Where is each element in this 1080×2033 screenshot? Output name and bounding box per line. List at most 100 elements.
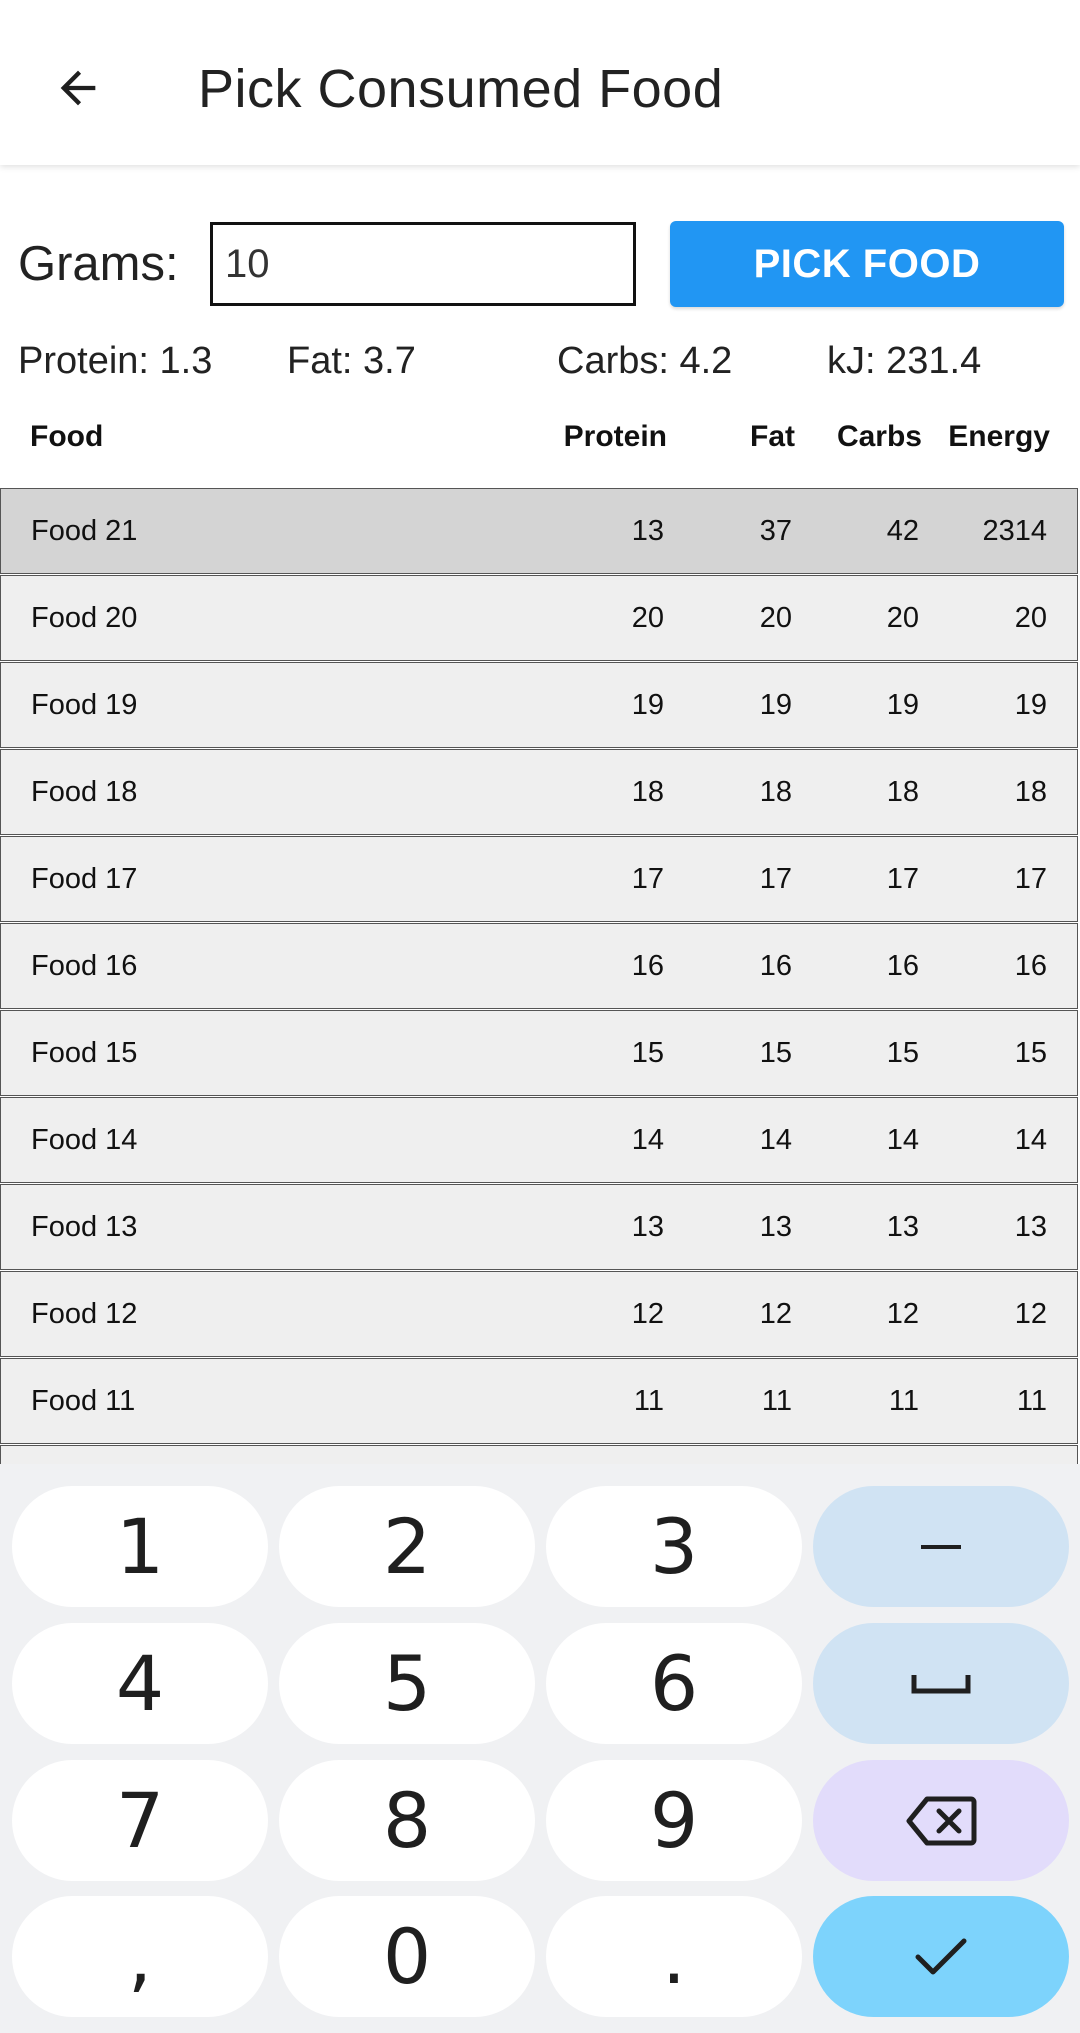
cell-food: Food 11 — [31, 1385, 136, 1417]
cell-fat: 19 — [759, 689, 792, 721]
cell-food: Food 19 — [31, 689, 138, 721]
table-row[interactable]: Food 14 14 14 14 14 — [0, 1097, 1078, 1183]
cell-protein: 15 — [631, 1037, 664, 1069]
cell-carbs: 19 — [886, 689, 919, 721]
cell-protein: 20 — [631, 602, 664, 634]
key-1[interactable]: 1 — [12, 1486, 268, 1607]
cell-food: Food 16 — [31, 950, 138, 982]
key-period[interactable]: . — [546, 1896, 802, 2017]
key-3[interactable]: 3 — [546, 1486, 802, 1607]
key-comma[interactable]: , — [12, 1896, 268, 2017]
cell-fat: 37 — [759, 515, 792, 547]
key-7[interactable]: 7 — [12, 1760, 268, 1881]
column-header-protein[interactable]: Protein — [564, 420, 667, 454]
total-protein: Protein: 1.3 — [18, 340, 213, 382]
cell-energy: 20 — [1014, 602, 1047, 634]
arrow-left-icon — [60, 70, 96, 106]
cell-fat: 16 — [759, 950, 792, 982]
total-carbs: Carbs: 4.2 — [557, 340, 733, 382]
grams-label: Grams: — [18, 237, 179, 291]
cell-food: Food 14 — [31, 1124, 138, 1156]
table-row[interactable]: Food 19 19 19 19 19 — [0, 662, 1078, 748]
cell-fat: 17 — [759, 863, 792, 895]
food-table: Food 21 13 37 42 2314 Food 20 20 20 20 20 Food 19 1… — [0, 488, 1080, 1464]
cell-carbs: 11 — [888, 1385, 919, 1417]
table-row[interactable]: Food 18 18 18 18 18 — [0, 749, 1078, 835]
cell-energy: 13 — [1014, 1211, 1047, 1243]
cell-fat: 18 — [759, 776, 792, 808]
key-space[interactable] — [813, 1623, 1069, 1744]
cell-protein: 19 — [631, 689, 664, 721]
cell-fat: 12 — [759, 1298, 792, 1330]
key-9[interactable]: 9 — [546, 1760, 802, 1881]
cell-energy: 15 — [1014, 1037, 1047, 1069]
key-backspace[interactable] — [813, 1760, 1069, 1881]
grams-input[interactable] — [210, 222, 636, 306]
cell-fat: 11 — [761, 1385, 792, 1417]
table-row[interactable]: Food 1010101010 — [0, 1445, 1078, 1464]
table-row[interactable]: Food 11 11 11 11 11 — [0, 1358, 1078, 1444]
total-energy: kJ: 231.4 — [827, 340, 982, 382]
table-row[interactable]: Food 13 13 13 13 13 — [0, 1184, 1078, 1270]
key-enter[interactable] — [813, 1896, 1069, 2017]
space-icon — [911, 1674, 971, 1693]
cell-energy: 14 — [1014, 1124, 1047, 1156]
cell-carbs: 18 — [886, 776, 919, 808]
cell-carbs: 14 — [886, 1124, 919, 1156]
checkmark-icon — [915, 1938, 967, 1974]
cell-energy: 18 — [1014, 776, 1047, 808]
cell-protein: 12 — [631, 1298, 664, 1330]
cell-energy: 17 — [1014, 863, 1047, 895]
cell-energy: 16 — [1014, 950, 1047, 982]
total-fat: Fat: 3.7 — [287, 340, 416, 382]
cell-protein: 18 — [631, 776, 664, 808]
cell-carbs: 15 — [886, 1037, 919, 1069]
cell-protein: 11 — [633, 1385, 664, 1417]
cell-energy: 11 — [1016, 1385, 1047, 1417]
column-header-food[interactable]: Food — [30, 420, 103, 454]
cell-energy: 19 — [1014, 689, 1047, 721]
table-row[interactable]: Food 16 16 16 16 16 — [0, 923, 1078, 1009]
table-row[interactable]: Food 21 13 37 42 2314 — [0, 488, 1078, 574]
key-4[interactable]: 4 — [12, 1623, 268, 1744]
cell-fat: 15 — [759, 1037, 792, 1069]
column-header-fat[interactable]: Fat — [750, 420, 795, 454]
cell-carbs: 17 — [886, 863, 919, 895]
backspace-icon — [906, 1796, 977, 1845]
cell-fat: 20 — [759, 602, 792, 634]
numeric-keyboard: 1 2 3 4 5 6 7 8 9 , 0 . — [0, 1464, 1080, 2033]
table-row[interactable]: Food 17 17 17 17 17 — [0, 836, 1078, 922]
cell-energy: 2314 — [982, 515, 1047, 547]
cell-energy: 12 — [1014, 1298, 1047, 1330]
cell-food: Food 12 — [31, 1298, 138, 1330]
page-title: Pick Consumed Food — [198, 59, 724, 119]
app-bar: Pick Consumed Food — [0, 0, 1080, 165]
cell-carbs: 20 — [886, 602, 919, 634]
table-row[interactable]: Food 15 15 15 15 15 — [0, 1010, 1078, 1096]
cell-food: Food 13 — [31, 1211, 138, 1243]
key-2[interactable]: 2 — [279, 1486, 535, 1607]
key-8[interactable]: 8 — [279, 1760, 535, 1881]
cell-fat: 14 — [759, 1124, 792, 1156]
table-row[interactable]: Food 20 20 20 20 20 — [0, 575, 1078, 661]
column-header-carbs[interactable]: Carbs — [837, 420, 922, 454]
cell-carbs: 42 — [886, 515, 919, 547]
key-5[interactable]: 5 — [279, 1623, 535, 1744]
cell-carbs: 16 — [886, 950, 919, 982]
cell-carbs: 13 — [886, 1211, 919, 1243]
pick-food-button[interactable]: PICK FOOD — [670, 221, 1064, 307]
key-minus[interactable] — [813, 1486, 1069, 1607]
column-header-energy[interactable]: Energy — [948, 420, 1050, 454]
cell-protein: 16 — [631, 950, 664, 982]
key-0[interactable]: 0 — [279, 1896, 535, 2017]
back-button[interactable] — [40, 50, 116, 126]
cell-protein: 17 — [631, 863, 664, 895]
key-6[interactable]: 6 — [546, 1623, 802, 1744]
minus-icon — [921, 1544, 961, 1549]
table-row[interactable]: Food 12 12 12 12 12 — [0, 1271, 1078, 1357]
cell-food: Food 20 — [31, 602, 138, 634]
cell-protein: 13 — [631, 515, 664, 547]
cell-food: Food 15 — [31, 1037, 138, 1069]
cell-carbs: 12 — [886, 1298, 919, 1330]
cell-food: Food 21 — [31, 515, 138, 547]
